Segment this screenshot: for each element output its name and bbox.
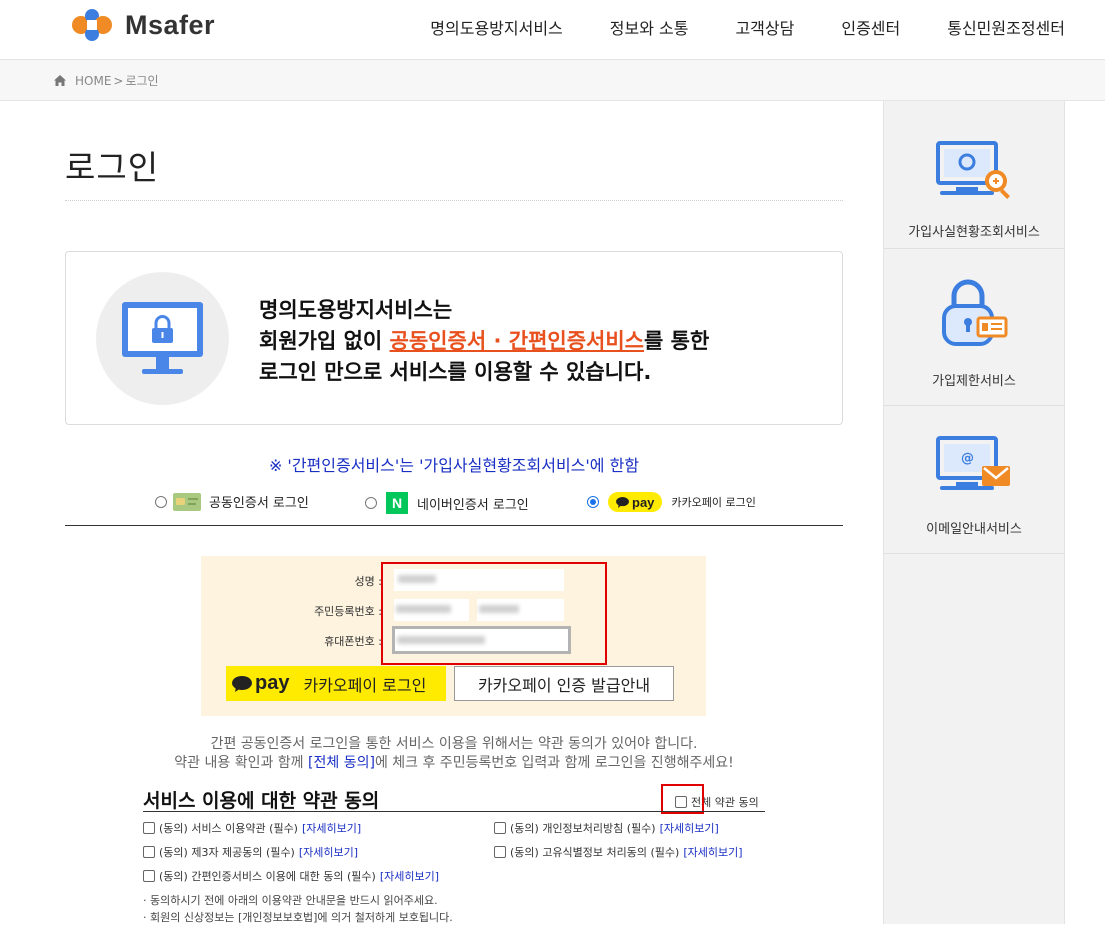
site-header: Msafer 명의도용방지서비스 정보와 소통 고객상담 인증센터 통신민원조정… [0,0,1105,60]
term-unique-id-detail-link[interactable]: [자세히보기] [683,844,742,860]
nav-certificate-center[interactable]: 인증센터 [841,15,900,39]
guide-line-2-suffix: 에 체크 후 주민등록번호 입력과 함께 로그인을 진행해주세요! [374,755,734,771]
kakaopay-login-button[interactable]: pay 카카오페이 로그인 [226,666,446,701]
term-privacy-checkbox[interactable] [494,822,506,834]
info-line-2-suffix: 를 통한 [644,329,710,353]
monitor-lock-icon [122,302,203,374]
breadcrumb-current: 로그인 [125,74,159,88]
term-privacy-detail-link[interactable]: [자세히보기] [660,820,719,836]
highlight-input-box [381,562,607,665]
monitor-email-icon: @ [936,436,1010,490]
options-divider [65,525,843,526]
term-service-detail-link[interactable]: [자세히보기] [302,820,361,836]
info-text: 명의도용방지서비스는 회원가입 없이 공동인증서 · 간편인증서비스를 통한 로… [259,295,709,388]
term-simple-auth-detail-link[interactable]: [자세히보기] [380,868,439,884]
term-unique-id-checkbox[interactable] [494,846,506,858]
home-icon[interactable] [54,75,66,86]
guide-all-agree-link: [전체 동의] [308,755,375,771]
name-label: 성명 : [354,575,382,588]
term-unique-id[interactable]: (동의) 고유식별정보 처리동의 (필수) [자세히보기] [494,844,743,860]
sidebar-item-email-notice[interactable]: @ 이메일안내서비스 [884,406,1064,554]
sidebar-item-subscription-inquiry-label: 가입사실현황조회서비스 [908,225,1040,240]
logo-text: Msafer [125,9,216,40]
sidebar-item-subscription-restriction[interactable]: 가입제한서비스 [884,258,1064,406]
term-unique-id-label: (동의) 고유식별정보 처리동의 (필수) [510,846,680,859]
kakaopay-badge-text: pay [632,494,655,510]
term-privacy[interactable]: (동의) 개인정보처리방침 (필수) [자세히보기] [494,820,719,836]
guide-line-2-prefix: 약관 내용 확인과 함께 [174,755,309,771]
term-simple-auth-label: (동의) 간편인증서비스 이용에 대한 동의 (필수) [159,870,376,883]
agreement-guide: 간편 공동인증서 로그인을 통한 서비스 이용을 위해서는 약관 동의가 있어야… [0,735,908,773]
kakaopay-login-label: 카카오페이 로그인 [303,675,427,695]
breadcrumb-separator: > [113,73,124,88]
title-divider [65,200,843,201]
term-service-label: (동의) 서비스 이용약관 (필수) [159,822,298,835]
monitor-search-icon [936,141,1010,199]
breadcrumb-bar: HOME > 로그인 [0,60,1105,101]
nav-customer-support[interactable]: 고객상담 [735,15,794,39]
radio-naver-certificate[interactable] [365,497,377,509]
kakaopay-icon: pay [608,492,663,512]
sidebar-item-subscription-inquiry[interactable]: 가입사실현황조회서비스 [884,101,1064,249]
term-third-party-checkbox[interactable] [143,846,155,858]
info-icon-circle [96,272,229,405]
term-privacy-label: (동의) 개인정보처리방침 (필수) [510,822,656,835]
speech-bubble-icon [232,675,252,692]
nav-identity-theft-prevention[interactable]: 명의도용방지서비스 [430,15,562,39]
info-line-2: 회원가입 없이 공동인증서 · 간편인증서비스를 통한 [259,326,709,357]
rrn-label: 주민등록번호 : [314,605,382,618]
breadcrumb-home[interactable]: HOME [75,74,111,88]
guide-line-1: 간편 공동인증서 로그인을 통한 서비스 이용을 위해서는 약관 동의가 있어야… [210,736,698,752]
option-joint-certificate-label: 공동인증서 로그인 [209,496,309,511]
term-third-party-label: (동의) 제3자 제공동의 (필수) [159,846,295,859]
term-service-checkbox[interactable] [143,822,155,834]
breadcrumb: HOME > 로그인 [54,72,159,89]
option-naver-certificate-label: 네이버인증서 로그인 [417,497,529,513]
terms-divider [143,811,765,812]
phone-label: 휴대폰번호 : [324,635,382,648]
option-joint-certificate[interactable]: 공동인증서 로그인 [155,492,309,511]
option-kakaopay[interactable]: pay 카카오페이 로그인 [587,492,756,512]
option-naver-certificate[interactable]: N 네이버인증서 로그인 [365,492,529,514]
speech-bubble-icon [616,496,629,508]
term-third-party[interactable]: (동의) 제3자 제공동의 (필수) [자세히보기] [143,844,358,860]
radio-kakaopay[interactable] [587,496,599,508]
nav-info-communication[interactable]: 정보와 소통 [610,15,689,39]
option-kakaopay-label: 카카오페이 로그인 [671,496,756,509]
info-line-2-prefix: 회원가입 없이 [259,329,390,353]
logo[interactable]: Msafer [65,6,215,44]
term-service[interactable]: (동의) 서비스 이용약관 (필수) [자세히보기] [143,820,361,836]
terms-footnote-2: · 회원의 신상정보는 [개인정보보호법]에 의거 철저하게 보호됩니다. [143,911,453,924]
main-nav: 명의도용방지서비스 정보와 소통 고객상담 인증센터 통신민원조정센터 [383,15,1065,39]
lock-id-icon [942,279,1008,346]
info-line-3: 로그인 만으로 서비스를 이용할 수 있습니다. [259,360,652,384]
certificate-icon [173,492,201,511]
sidebar-item-email-notice-label: 이메일안내서비스 [926,522,1022,537]
kakaopay-logo: pay [232,672,289,695]
info-line-1: 명의도용방지서비스는 [259,298,453,322]
highlight-all-agree [661,784,704,814]
kakaopay-issue-guide-button[interactable]: 카카오페이 인증 발급안내 [454,666,674,701]
login-options: 공동인증서 로그인 N 네이버인증서 로그인 pay 카카오페이 로그인 [155,492,845,514]
svg-text:@: @ [961,451,974,466]
sidebar-item-subscription-restriction-label: 가입제한서비스 [932,374,1016,389]
simple-auth-notice: ※ '간편인증서비스'는 '가입사실현황조회서비스'에 한함 [268,456,640,475]
guide-line-2: 약관 내용 확인과 함께 [전체 동의]에 체크 후 주민등록번호 입력과 함께… [0,754,908,773]
kakaopay-logo-text: pay [255,672,290,694]
term-simple-auth[interactable]: (동의) 간편인증서비스 이용에 대한 동의 (필수) [자세히보기] [143,868,439,884]
terms-title: 서비스 이용에 대한 약관 동의 [143,790,380,812]
naver-icon: N [386,492,408,514]
term-third-party-detail-link[interactable]: [자세히보기] [299,844,358,860]
quick-service-sidebar: 가입사실현황조회서비스 가입제한서비스 @ 이메일안내서비스 [883,101,1065,924]
info-box: 명의도용방지서비스는 회원가입 없이 공동인증서 · 간편인증서비스를 통한 로… [65,251,843,425]
terms-footnote-1: · 동의하시기 전에 아래의 이용약관 안내문을 반드시 읽어주세요. [143,894,438,907]
nav-telecom-mediation[interactable]: 통신민원조정센터 [947,15,1065,39]
radio-joint-certificate[interactable] [155,495,167,508]
logo-mark-icon [72,9,112,41]
page-title: 로그인 [65,148,160,187]
term-simple-auth-checkbox[interactable] [143,870,155,882]
info-highlight: 공동인증서 · 간편인증서비스 [389,329,644,353]
